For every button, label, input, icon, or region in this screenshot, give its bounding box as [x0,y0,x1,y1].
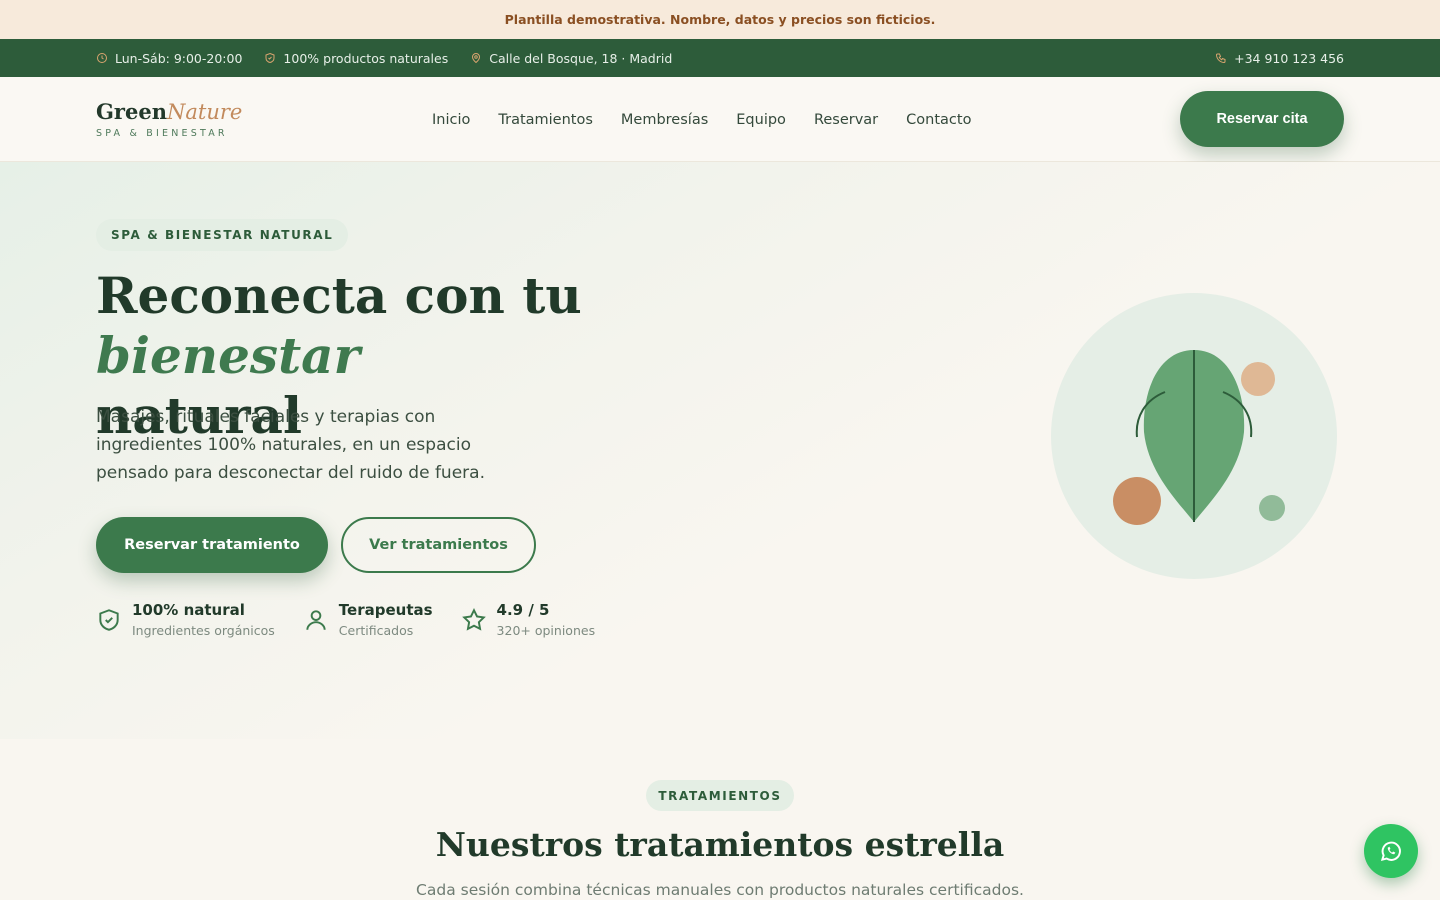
topbar-phone-text: +34 910 123 456 [1234,50,1344,66]
phone-icon [1216,53,1226,64]
feature-rating-subtitle: 320+ opiniones [496,623,596,638]
hero-features: 100% natural Ingredientes orgánicos Tera… [96,599,595,641]
view-treatments-button[interactable]: Ver tratamientos [341,517,536,573]
feature-therapists-subtitle: Certificados [338,623,414,638]
logo-accent-text: Nature [167,99,243,124]
decor-dot-top [1241,362,1275,396]
user-icon [306,610,326,630]
star-icon [461,608,486,631]
treatments-description: Cada sesión combina técnicas manuales co… [416,881,1024,899]
feature-natural-text: 100% natural Ingredientes orgánicos [132,599,275,641]
book-treatment-button[interactable]: Reservar tratamiento [96,517,328,573]
whatsapp-icon [1380,841,1401,862]
feature-therapists-text: Terapeutas Certificados [339,599,433,641]
feature-rating: 4.9 / 5 320+ opiniones [461,599,596,641]
leaf-illustration [1051,293,1337,579]
feature-therapists: Terapeutas Certificados [303,599,433,641]
shield-icon [265,52,275,64]
logo-wordmark: GreenNature [96,98,243,124]
treatments-title: Nuestros tratamientos estrella [435,825,1005,864]
decor-dot-large [1113,477,1161,525]
nav-item-contacto[interactable]: Contacto [906,112,971,128]
book-appointment-button[interactable]: Reservar cita [1180,91,1344,147]
nav-item-membresias[interactable]: Membresías [621,112,708,128]
site-header: GreenNature SPA & BIENESTAR Inicio Trata… [0,77,1440,162]
clock-icon [97,53,107,63]
nav-item-inicio[interactable]: Inicio [432,112,470,128]
topbar-natural-text: 100% productos naturales [283,50,449,66]
hero-section: SPA & BIENESTAR NATURAL Reconecta con tu… [0,162,1440,739]
demo-notice-bar: Plantilla demostrativa. Nombre, datos y … [0,0,1440,39]
nav-item-equipo[interactable]: Equipo [736,112,786,128]
treatments-section: TRATAMIENTOS Nuestros tratamientos estre… [0,739,1440,900]
map-pin-icon [472,53,481,64]
hero-eyebrow-badge: SPA & BIENESTAR NATURAL [96,219,349,251]
demo-notice-text: Plantilla demostrativa. Nombre, datos y … [504,12,936,27]
feature-rating-title: 4.9 / 5 [496,601,550,619]
hero-description: Masajes, rituales faciales y terapias co… [96,407,485,483]
feature-natural-subtitle: Ingredientes orgánicos [132,623,275,638]
feature-natural: 100% natural Ingredientes orgánicos [96,599,275,641]
treatments-eyebrow-badge: TRATAMIENTOS [646,780,794,811]
nav-item-reservar[interactable]: Reservar [814,112,878,128]
info-topbar: Lun-Sáb: 9:00-20:00 100% productos natur… [0,39,1440,77]
topbar-address-text: Calle del Bosque, 18 · Madrid [489,50,673,66]
hero-title-start: Reconecta con tu [96,266,582,325]
topbar-info-group: Lun-Sáb: 9:00-20:00 100% productos natur… [96,51,672,66]
topbar-hours: Lun-Sáb: 9:00-20:00 [96,51,242,66]
topbar-natural: 100% productos naturales [264,51,448,66]
site-logo[interactable]: GreenNature SPA & BIENESTAR [96,98,243,139]
decor-dot-small [1259,495,1285,521]
logo-tagline: SPA & BIENESTAR [96,127,228,139]
logo-main-text: Green [96,98,167,124]
shield-check-icon [99,609,119,631]
nav-item-tratamientos[interactable]: Tratamientos [498,112,593,128]
feature-natural-title: 100% natural [132,601,245,619]
topbar-hours-text: Lun-Sáb: 9:00-20:00 [115,50,243,66]
hero-title-accent: bienestar [96,326,360,385]
feature-therapists-title: Terapeutas [338,601,433,619]
main-nav: Inicio Tratamientos Membresías Equipo Re… [432,77,971,162]
whatsapp-button[interactable] [1364,824,1418,878]
topbar-phone[interactable]: +34 910 123 456 [1215,51,1344,66]
topbar-address: Calle del Bosque, 18 · Madrid [470,51,672,66]
feature-rating-text: 4.9 / 5 320+ opiniones [497,599,596,641]
